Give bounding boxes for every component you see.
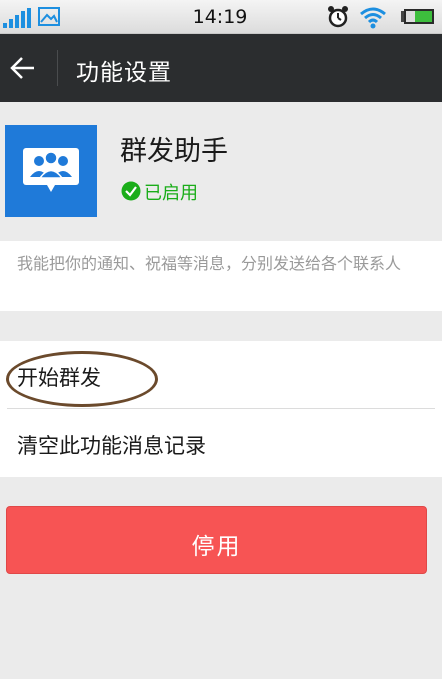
alarm-icon: [328, 6, 348, 28]
status-time: 14:19: [192, 6, 248, 28]
plugin-name: 群发助手: [120, 136, 228, 167]
page-title: 功能设置: [76, 60, 172, 86]
wifi-icon: [360, 7, 386, 29]
disable-button-label: 停用: [191, 534, 242, 560]
plugin-description: 我能把你的通知、祝福等消息，分别发送给各个联系人: [17, 254, 402, 273]
start-broadcast-item[interactable]: 开始群发: [0, 341, 442, 409]
action-list: 开始群发 清空此功能消息记录: [0, 341, 442, 477]
plugin-description-card: 我能把你的通知、祝福等消息，分别发送给各个联系人: [0, 241, 442, 311]
status-label: 已启用: [144, 183, 198, 204]
status-bar: 14:19: [0, 0, 442, 34]
start-broadcast-label: 开始群发: [17, 366, 101, 390]
disable-button[interactable]: 停用: [6, 506, 427, 574]
signal-icon: [3, 8, 31, 28]
gallery-icon: [38, 7, 60, 26]
title-divider: [57, 50, 58, 86]
title-bar: 功能设置: [0, 34, 442, 102]
group-chat-icon: [5, 125, 97, 217]
plugin-header: 群发助手 已启用: [0, 103, 442, 230]
check-circle-icon: [121, 181, 141, 201]
back-arrow-icon[interactable]: [10, 56, 36, 80]
clear-history-label: 清空此功能消息记录: [17, 434, 206, 458]
clear-history-item[interactable]: 清空此功能消息记录: [0, 409, 442, 477]
battery-icon: [401, 9, 434, 24]
